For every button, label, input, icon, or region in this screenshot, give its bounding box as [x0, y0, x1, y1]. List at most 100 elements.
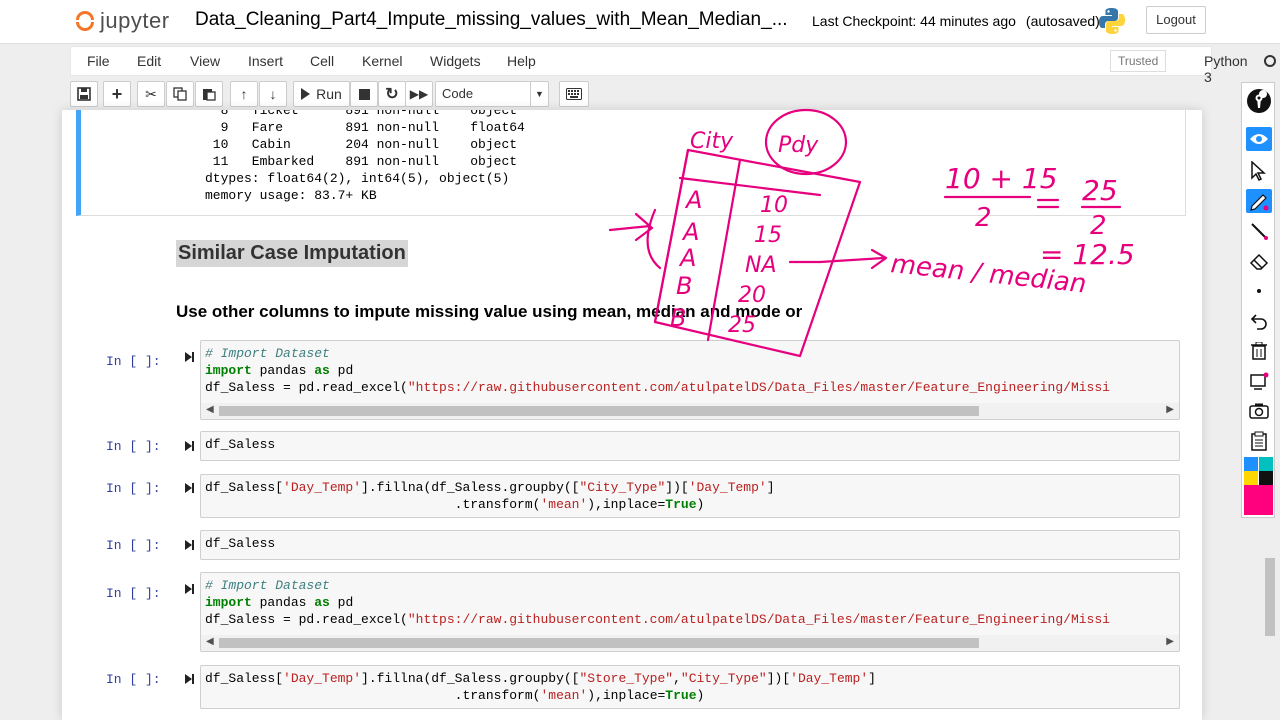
- color-blue-swatch[interactable]: [1244, 457, 1258, 471]
- visibility-tool[interactable]: [1246, 127, 1272, 151]
- scissors-icon: ✂: [145, 85, 157, 102]
- run-cell-icon[interactable]: [184, 540, 194, 550]
- color-cyan-swatch[interactable]: [1259, 457, 1273, 471]
- menu-widgets[interactable]: Widgets: [430, 53, 481, 69]
- logout-button[interactable]: Logout: [1146, 6, 1206, 34]
- output-area: 8 Ticket 891 non-null object 9 Fare 891 …: [205, 110, 525, 204]
- insert-cell-button[interactable]: +: [103, 81, 131, 107]
- restart-button[interactable]: ↻: [378, 81, 406, 107]
- notebook-title[interactable]: Data_Cleaning_Part4_Impute_missing_value…: [195, 9, 788, 31]
- code-keyword: import: [205, 363, 252, 378]
- undo-tool[interactable]: [1246, 309, 1272, 333]
- save-button[interactable]: [70, 81, 98, 107]
- code-cell[interactable]: In [ ]: # Import Dataset import pandas a…: [62, 340, 1202, 422]
- notebook-container: 8 Ticket 891 non-null object 9 Fare 891 …: [62, 110, 1202, 720]
- output-line: 10 Cabin 204 non-null object: [205, 137, 518, 152]
- scrollbar-thumb[interactable]: [219, 406, 979, 416]
- code-input[interactable]: # Import Dataset import pandas as pd df_…: [200, 572, 1180, 652]
- run-button[interactable]: Run: [293, 81, 350, 107]
- scrollbar-thumb[interactable]: [219, 638, 979, 648]
- menu-insert[interactable]: Insert: [248, 53, 283, 69]
- save-icon: [77, 87, 91, 101]
- scroll-right-icon[interactable]: ▶: [1166, 404, 1174, 415]
- scroll-left-icon[interactable]: ◀: [206, 404, 214, 415]
- code-text: pd: [329, 363, 354, 378]
- menubar: File Edit View Insert Cell Kernel Widget…: [70, 46, 1276, 85]
- copy-button[interactable]: [166, 81, 194, 107]
- code-text: ])[: [766, 671, 791, 686]
- code-text: ),inplace=: [587, 497, 666, 512]
- code-input[interactable]: df_Saless: [200, 530, 1180, 560]
- run-cell-icon[interactable]: [184, 352, 194, 362]
- code-string: "City_Type": [680, 671, 767, 686]
- clear-tool[interactable]: [1246, 339, 1272, 363]
- horizontal-scrollbar[interactable]: ◀ ▶: [201, 403, 1179, 419]
- code-cell[interactable]: In [ ]: df_Saless['Day_Temp'].fillna(df_…: [62, 665, 1202, 709]
- code-keyword: True: [665, 497, 697, 512]
- code-string: 'Day_Temp': [688, 480, 767, 495]
- code-text: .transform(: [205, 497, 541, 512]
- move-down-button[interactable]: ↓: [259, 81, 287, 107]
- code-input[interactable]: df_Saless: [200, 431, 1180, 461]
- plus-icon: +: [111, 83, 123, 104]
- code-input[interactable]: df_Saless['Day_Temp'].fillna(df_Saless.g…: [200, 474, 1180, 518]
- paste-button[interactable]: [195, 81, 223, 107]
- jupyter-logo[interactable]: jupyter: [74, 6, 170, 36]
- code-text: ,: [673, 671, 681, 686]
- code-string: 'Day_Temp': [790, 671, 869, 686]
- run-cell-icon[interactable]: [184, 674, 194, 684]
- markdown-heading[interactable]: Similar Case Imputation: [176, 240, 408, 267]
- code-text: df_Saless[: [205, 671, 284, 686]
- line-tool[interactable]: [1246, 219, 1272, 243]
- markdown-text[interactable]: Use other columns to impute missing valu…: [176, 302, 802, 322]
- output-cell[interactable]: 8 Ticket 891 non-null object 9 Fare 891 …: [76, 110, 1186, 216]
- color-yellow-swatch[interactable]: [1244, 471, 1258, 485]
- eye-icon: [1250, 134, 1268, 144]
- toggle-tool[interactable]: [1246, 369, 1272, 393]
- run-cell-icon[interactable]: [184, 584, 194, 594]
- run-label: Run: [316, 86, 342, 102]
- menu-file[interactable]: File: [87, 53, 110, 69]
- eraser-tool[interactable]: [1246, 249, 1272, 273]
- pin-tool[interactable]: [1246, 89, 1272, 113]
- run-cell-icon[interactable]: [184, 441, 194, 451]
- restart-run-all-button[interactable]: ▶▶: [405, 81, 433, 107]
- code-cell[interactable]: In [ ]: df_Saless: [62, 530, 1202, 560]
- cell-type-select[interactable]: Code ▼: [435, 81, 549, 107]
- menu-cell[interactable]: Cell: [310, 53, 334, 69]
- scrollbar-thumb[interactable]: [1265, 558, 1275, 636]
- code-string: "Store_Type": [579, 671, 674, 686]
- camera-icon: [1249, 403, 1269, 419]
- code-cell[interactable]: In [ ]: df_Saless: [62, 431, 1202, 461]
- menu-edit[interactable]: Edit: [137, 53, 161, 69]
- color-pink-swatch[interactable]: [1244, 485, 1273, 515]
- move-up-button[interactable]: ↑: [230, 81, 258, 107]
- code-cell[interactable]: In [ ]: # Import Dataset import pandas a…: [62, 572, 1202, 654]
- scroll-left-icon[interactable]: ◀: [206, 636, 214, 647]
- horizontal-scrollbar[interactable]: ◀ ▶: [201, 635, 1179, 651]
- scroll-right-icon[interactable]: ▶: [1166, 636, 1174, 647]
- menu-help[interactable]: Help: [507, 53, 536, 69]
- color-black-swatch[interactable]: [1259, 471, 1273, 485]
- cell-prompt: In [ ]:: [106, 672, 161, 687]
- clipboard-tool[interactable]: [1246, 429, 1272, 453]
- command-palette-button[interactable]: [559, 81, 589, 107]
- jupyter-logo-icon: [74, 8, 96, 34]
- pen-tool[interactable]: [1246, 189, 1272, 213]
- code-input[interactable]: # Import Dataset import pandas as pd df_…: [200, 340, 1180, 420]
- trusted-badge[interactable]: Trusted: [1110, 50, 1167, 72]
- cursor-tool[interactable]: [1246, 159, 1272, 183]
- menu-view[interactable]: View: [190, 53, 220, 69]
- screenshot-tool[interactable]: [1246, 399, 1272, 423]
- dot-icon: [1257, 289, 1261, 293]
- cut-button[interactable]: ✂: [137, 81, 165, 107]
- code-cell[interactable]: In [ ]: df_Saless['Day_Temp'].fillna(df_…: [62, 474, 1202, 518]
- code-text: .transform(: [205, 688, 541, 703]
- arrow-up-icon: ↑: [240, 86, 248, 102]
- run-cell-icon[interactable]: [184, 483, 194, 493]
- dot-tool[interactable]: [1246, 279, 1272, 303]
- interrupt-button[interactable]: [350, 81, 378, 107]
- checkpoint-text: Last Checkpoint: 44 minutes ago: [812, 13, 1016, 29]
- code-input[interactable]: df_Saless['Day_Temp'].fillna(df_Saless.g…: [200, 665, 1180, 709]
- menu-kernel[interactable]: Kernel: [362, 53, 402, 69]
